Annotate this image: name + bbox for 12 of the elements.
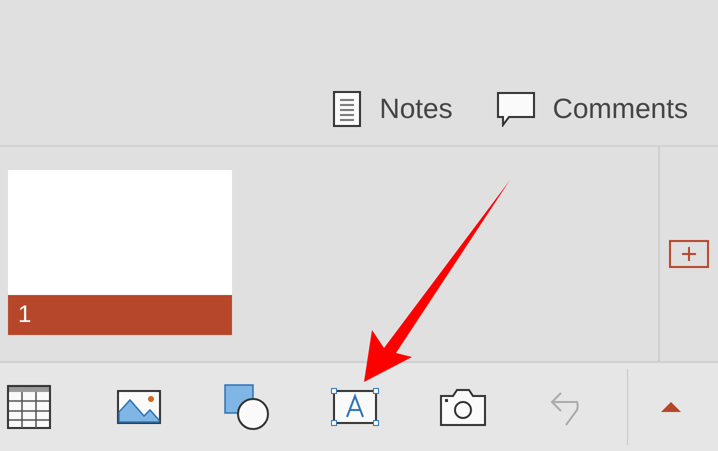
add-slide-button[interactable] — [669, 240, 709, 268]
text-box-icon — [331, 388, 379, 426]
comments-button[interactable]: Comments — [496, 91, 688, 127]
notes-button[interactable]: Notes — [333, 91, 453, 127]
notes-icon — [333, 91, 362, 127]
caret-icon — [661, 402, 681, 412]
shapes-icon — [224, 384, 270, 430]
comment-icon — [496, 91, 535, 127]
camera-icon — [440, 388, 486, 426]
picture-icon — [117, 390, 161, 424]
table-icon — [7, 385, 51, 429]
slide-number: 1 — [18, 301, 32, 329]
